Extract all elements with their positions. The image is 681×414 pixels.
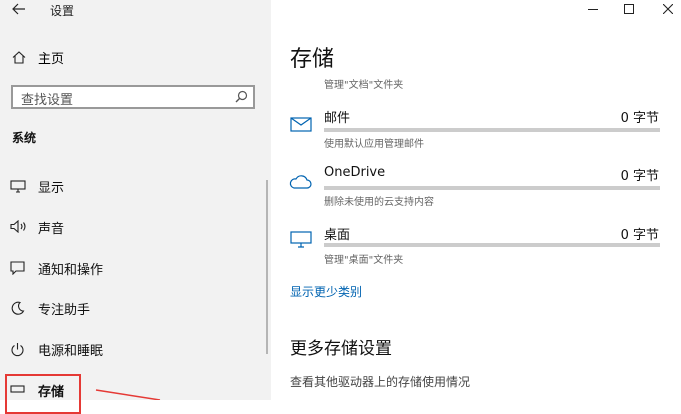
usage-bar	[324, 186, 660, 190]
item-name: 邮件	[324, 111, 351, 126]
top-item-desc: 管理"文档"文件夹	[324, 80, 404, 91]
item-desc: 删除未使用的云支持内容	[324, 197, 434, 208]
main-content: 存储 管理"文档"文件夹 邮件 0 字节 使用默认应用管理邮件 OneDrive…	[271, 0, 681, 400]
item-size: 0 字节	[620, 111, 659, 126]
maximize-icon[interactable]	[624, 4, 634, 14]
view-other-drives-link[interactable]: 查看其他驱动器上的存储使用情况	[290, 373, 470, 390]
cloud-icon	[289, 174, 312, 189]
item-name: 桌面	[324, 228, 351, 243]
close-icon[interactable]	[663, 4, 673, 14]
more-storage-settings-heading: 更多存储设置	[290, 339, 392, 359]
show-fewer-categories-link[interactable]: 显示更少类别	[290, 283, 362, 300]
item-desc: 管理"桌面"文件夹	[324, 255, 404, 266]
usage-bar	[324, 243, 660, 247]
item-size: 0 字节	[620, 228, 659, 243]
storage-item-mail[interactable]: 邮件 0 字节 使用默认应用管理邮件	[271, 100, 681, 152]
usage-bar	[324, 128, 660, 132]
page-title: 存储	[290, 47, 335, 72]
storage-item-onedrive[interactable]: OneDrive 0 字节 删除未使用的云支持内容	[271, 158, 681, 210]
storage-item-desktop[interactable]: 桌面 0 字节 管理"桌面"文件夹	[271, 217, 681, 269]
item-desc: 使用默认应用管理邮件	[324, 139, 424, 150]
mail-icon	[290, 117, 312, 132]
item-size: 0 字节	[620, 169, 659, 184]
item-name: OneDrive	[324, 165, 386, 180]
desktop-icon	[290, 231, 312, 248]
minimize-icon[interactable]	[588, 9, 598, 10]
